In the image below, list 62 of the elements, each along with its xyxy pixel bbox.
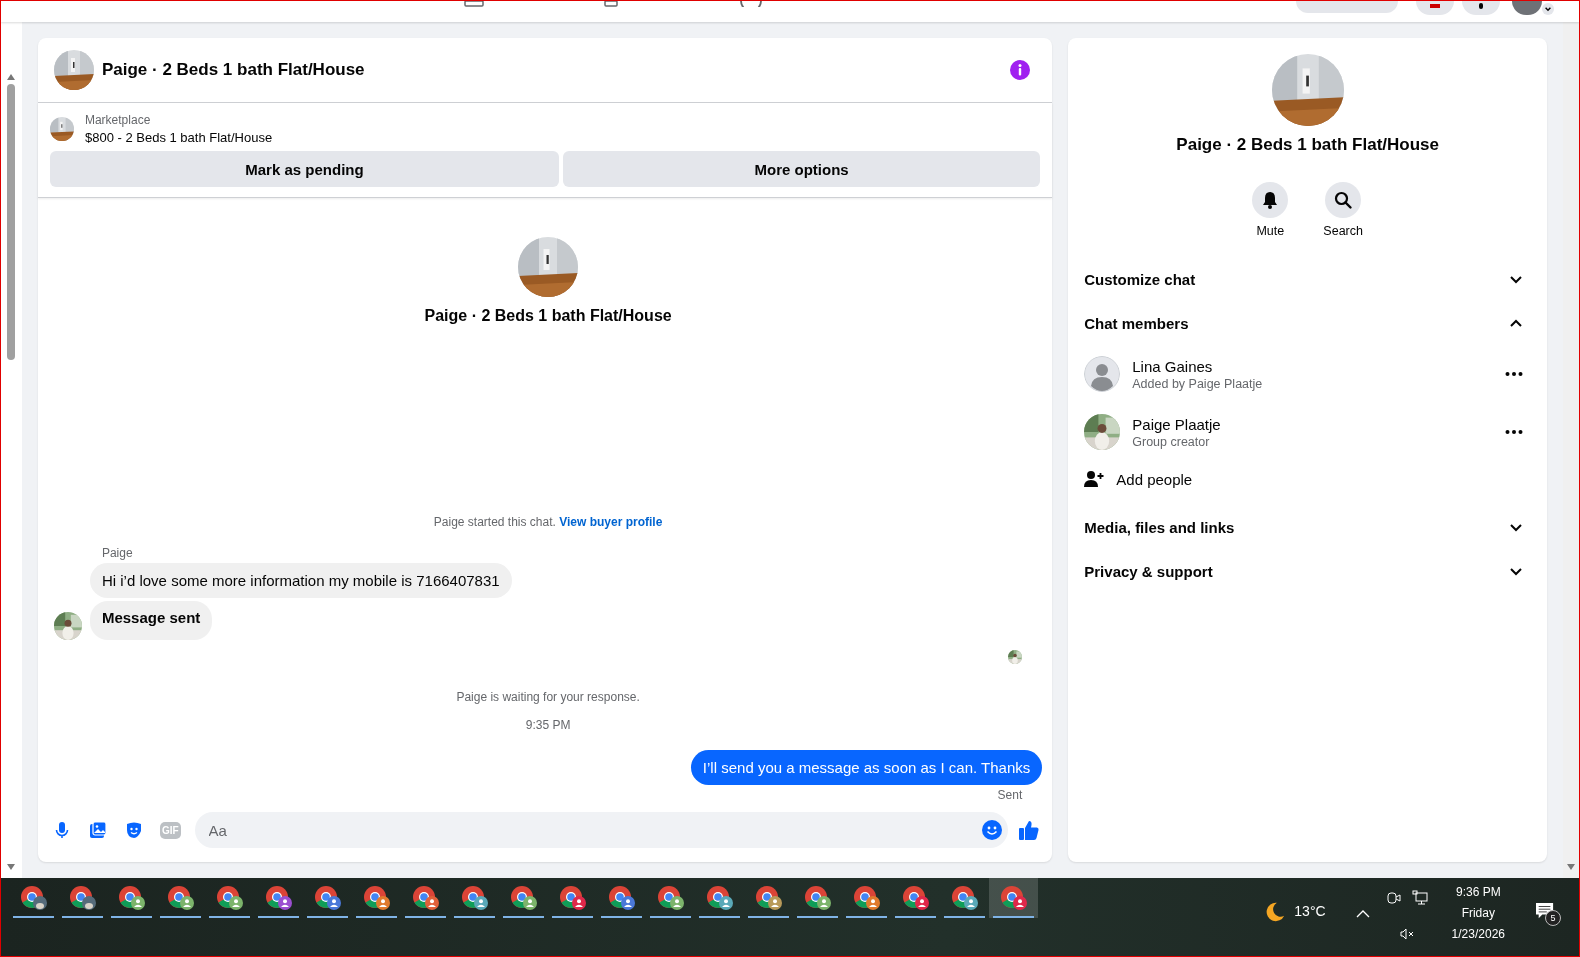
account-avatar[interactable] [1512, 1, 1542, 15]
message-bubble: I’ll send you a message as soon as I can. Thanks [690, 750, 1043, 785]
muted-speaker-icon[interactable] [1398, 926, 1415, 942]
member-note: Added by Paige Plaatje [1132, 376, 1264, 391]
profile-photo-icon [81, 896, 96, 910]
message-bubble: Message sent [89, 601, 213, 640]
camera-icon[interactable] [1385, 890, 1402, 906]
sender-name: Paige [101, 546, 134, 560]
listing-title: $800 - 2 Beds 1 bath Flat/House [84, 130, 273, 145]
search-field[interactable] [1296, 1, 1398, 13]
scrollbar-thumb[interactable] [7, 84, 16, 360]
scroll-down-icon[interactable] [7, 864, 16, 870]
message-time: 9:35 PM [525, 718, 571, 732]
chat-intro-title: Paige · 2 Beds 1 bath Flat/House [424, 307, 672, 325]
section-header[interactable]: Customize chat [1076, 257, 1540, 301]
scrollbar[interactable] [1, 22, 22, 878]
grid-icon[interactable] [464, 1, 484, 7]
moon-icon [1264, 901, 1287, 923]
more-icon[interactable] [1505, 430, 1524, 434]
listing-action-button[interactable]: More options [562, 151, 1041, 187]
action-label: Search [1323, 224, 1363, 238]
member-note: Group creator [1132, 434, 1211, 449]
listing-action-button[interactable]: Mark as pending [49, 151, 559, 187]
search-icon [1333, 190, 1354, 210]
add-people-item[interactable]: Add people [1076, 461, 1540, 497]
add-person-icon [1084, 470, 1105, 488]
weather-temperature[interactable]: 13°C [1294, 903, 1326, 919]
section-header[interactable]: Media, files and links [1076, 505, 1540, 549]
scroll-up-icon[interactable] [7, 74, 16, 80]
clock[interactable]: 9:36 PM Friday 1/23/2026 [1451, 885, 1505, 941]
mute-button[interactable] [1252, 182, 1289, 218]
emoji-icon[interactable] [982, 820, 1003, 840]
network-icon[interactable] [1411, 890, 1428, 906]
thumbs-up-icon[interactable] [1018, 819, 1041, 841]
text-input[interactable]: Aa [206, 820, 983, 840]
scrollbar[interactable] [1563, 22, 1579, 878]
search-button[interactable] [1325, 182, 1362, 218]
taskbar-app-button[interactable] [989, 878, 1038, 918]
message-bubble: Hi i’d love some more information my mobile is 7166407831 [89, 563, 512, 598]
notifications-button[interactable]: 5 [1535, 902, 1565, 932]
message-status: Sent [997, 788, 1023, 802]
profile-photo-icon [32, 896, 47, 910]
section-header[interactable]: Privacy & support [1076, 549, 1540, 593]
image-icon[interactable] [87, 820, 108, 840]
info-icon[interactable] [1010, 60, 1031, 80]
scroll-down-icon[interactable] [1567, 864, 1575, 870]
chat-notice: Paige is waiting for your response. [456, 690, 640, 704]
member-name: Lina Gaines [1132, 357, 1214, 375]
more-icon[interactable] [1505, 372, 1524, 376]
chat-notice: Paige started this chat. View buyer profile [433, 515, 663, 529]
message-field[interactable]: Aa [194, 812, 1009, 848]
section-header[interactable]: Chat members [1076, 301, 1540, 345]
buyer-profile-link[interactable]: View buyer profile [559, 515, 663, 529]
chat-title: Paige · 2 Beds 1 bath Flat/House [101, 60, 365, 80]
listing-source: Marketplace [84, 113, 152, 127]
action-label: Mute [1256, 224, 1285, 238]
caret-icon[interactable] [1542, 3, 1554, 15]
member-name: Paige Plaatje [1132, 415, 1222, 433]
conversation-name: Paige · 2 Beds 1 bath Flat/House [1176, 135, 1439, 155]
avatar-icon [1084, 356, 1121, 392]
notification-count: 5 [1545, 910, 1561, 926]
chevron-up-icon[interactable] [1355, 910, 1370, 918]
